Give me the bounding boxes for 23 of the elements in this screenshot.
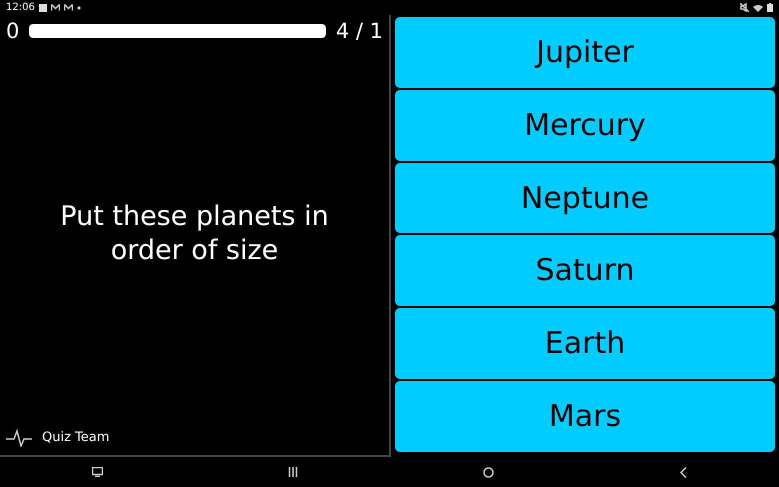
screen-icon[interactable]	[92, 467, 104, 477]
mail-icon	[50, 4, 60, 11]
answer-button[interactable]: Neptune	[395, 162, 775, 234]
score: 0	[6, 19, 20, 43]
mail-icon	[64, 4, 73, 11]
answer-button[interactable]: Mercury	[395, 90, 775, 161]
battery-icon	[767, 3, 773, 12]
answer-button[interactable]: Mars	[395, 381, 775, 452]
home-icon[interactable]	[482, 466, 494, 478]
pulse-icon	[6, 428, 32, 446]
status-time: 12:06	[6, 2, 35, 13]
question-text: Put these planets in order of size	[59, 200, 330, 268]
mute-icon	[740, 3, 749, 12]
answer-button[interactable]: Jupiter	[395, 17, 775, 88]
dot-icon	[76, 6, 81, 10]
image-icon	[38, 4, 47, 12]
wifi-icon	[753, 4, 763, 12]
question-counter: 4 / 1	[336, 19, 383, 43]
author-name: Quiz Team	[42, 430, 110, 445]
answer-button[interactable]: Saturn	[395, 235, 775, 306]
answer-button[interactable]: Earth	[395, 308, 775, 380]
back-icon[interactable]	[678, 466, 687, 478]
recents-icon[interactable]	[288, 467, 298, 477]
